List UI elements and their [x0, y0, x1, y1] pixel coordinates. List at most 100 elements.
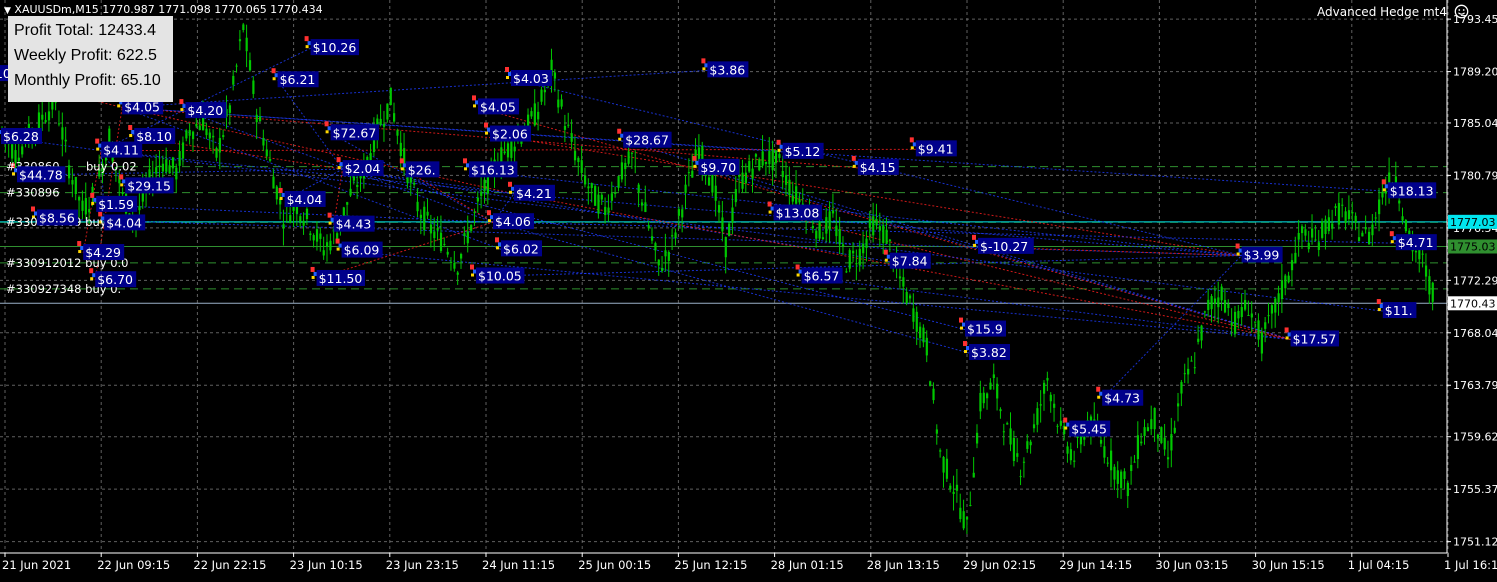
profit-label[interactable]: $9.70: [698, 158, 740, 175]
candle-body: [711, 171, 714, 193]
candle-body: [1418, 248, 1421, 260]
chart-title: ▼ XAUUSDm,M15 1770.987 1771.098 1770.065…: [4, 3, 323, 16]
expert-advisor-label[interactable]: Advanced Hedge mt4: [1317, 5, 1447, 19]
profit-label[interactable]: $13.08: [773, 204, 822, 221]
trade-marker-flag-icon: [310, 266, 315, 272]
profit-label[interactable]: $5.12: [782, 142, 824, 159]
profit-label-text: $4.29: [85, 245, 121, 260]
profit-label[interactable]: $-10.27: [978, 237, 1034, 254]
candle-body: [604, 206, 607, 216]
candle-body: [1267, 315, 1270, 317]
profit-label[interactable]: $6.21: [277, 71, 319, 88]
profit-label[interactable]: $3.99: [1241, 246, 1283, 263]
profit-label[interactable]: $17.57: [1290, 330, 1339, 347]
candle-body: [1381, 192, 1384, 198]
candle-body: [567, 124, 570, 126]
profit-label[interactable]: $6.70: [95, 271, 137, 288]
profit-label[interactable]: $1.59: [96, 195, 138, 212]
profit-label[interactable]: $4.21: [514, 184, 555, 201]
trade-marker-flag-icon: [1064, 426, 1068, 430]
profit-label[interactable]: $2.04: [342, 160, 384, 177]
profit-label[interactable]: $29.15: [125, 177, 174, 194]
profit-label[interactable]: $8.56: [37, 209, 78, 226]
profit-label[interactable]: $6.02: [501, 240, 542, 257]
candle-body: [1334, 206, 1337, 209]
profit-label[interactable]: $11.: [1382, 302, 1417, 319]
profit-label[interactable]: $4.04: [104, 214, 146, 231]
trade-marker-flag-icon: [509, 190, 512, 194]
candle-body: [855, 263, 858, 265]
profit-label[interactable]: $72.67: [330, 124, 379, 141]
trade-marker-flag-icon: [693, 164, 697, 168]
profit-label[interactable]: $4.05: [478, 98, 519, 115]
candle-body: [1347, 210, 1351, 220]
candle-body: [476, 197, 479, 202]
candle-body: [235, 65, 238, 67]
profit-label[interactable]: $4.73: [1102, 389, 1144, 406]
price-tag-label: 1777.03: [1450, 216, 1496, 229]
profit-label[interactable]: $6.28: [1, 128, 42, 145]
chevron-down-icon[interactable]: ▼: [4, 6, 11, 16]
candle-body: [178, 151, 181, 166]
profit-label[interactable]: $10.26: [310, 39, 359, 56]
candle-body: [533, 103, 536, 126]
profit-label[interactable]: $11.50: [316, 269, 365, 286]
profit-label[interactable]: $9.41: [915, 140, 957, 157]
profit-label[interactable]: $4.15: [857, 158, 899, 175]
profit-label-text: $26.: [408, 162, 436, 177]
profit-label[interactable]: $4.20: [185, 102, 227, 119]
candle-body: [1250, 313, 1253, 318]
price-chart[interactable]: #330860#330896#330898769 buy 0.#33091201…: [0, 0, 1497, 578]
profit-label[interactable]: $3.86: [707, 61, 749, 78]
profit-label[interactable]: $16.13: [469, 161, 518, 178]
profit-label-text: $11.50: [319, 271, 363, 286]
trade-marker-flag-icon: [77, 241, 82, 247]
profit-label[interactable]: $4.71: [1395, 234, 1437, 251]
candle-body: [470, 225, 473, 231]
profit-label[interactable]: $4.11: [101, 141, 143, 158]
profit-label[interactable]: $28.67: [623, 131, 672, 148]
profit-label[interactable]: $2.06: [490, 125, 531, 142]
candle-body: [929, 381, 932, 386]
candle-body: [396, 130, 399, 136]
profit-label[interactable]: $26.: [405, 161, 440, 178]
candle-body: [1240, 307, 1243, 318]
profit-label-text: $11.: [1385, 303, 1413, 318]
candle-body: [1364, 227, 1367, 230]
candle-body: [583, 175, 587, 185]
smiley-icon[interactable]: [1454, 4, 1469, 19]
candle-body: [758, 159, 761, 171]
chart-canvas[interactable]: #330860#330896#330898769 buy 0.#33091201…: [0, 0, 1497, 578]
profit-label[interactable]: $6.09: [341, 241, 383, 258]
profit-label[interactable]: $4.06: [493, 213, 534, 230]
profit-label[interactable]: $4.04: [284, 190, 326, 207]
profit-label-text: $4.06: [495, 214, 531, 229]
candle-body: [905, 291, 908, 304]
candle-body: [165, 159, 168, 172]
candle-body: [1428, 276, 1431, 295]
candle-body: [1260, 332, 1263, 354]
profit-label[interactable]: $44.78: [17, 166, 66, 183]
candle-body: [878, 226, 882, 231]
candle-body: [667, 251, 670, 261]
profit-label[interactable]: $6.57: [801, 267, 843, 284]
candle-body: [811, 225, 815, 229]
candle-body: [1002, 431, 1005, 433]
trade-marker-flag-icon: [91, 201, 95, 205]
candle-body: [1116, 470, 1119, 484]
candle-body: [453, 262, 456, 269]
profit-label[interactable]: $5.45: [1069, 420, 1111, 437]
profit-label[interactable]: $4.29: [83, 244, 125, 261]
profit-label[interactable]: $18.13: [1387, 182, 1437, 199]
profit-label[interactable]: $7.84: [889, 252, 931, 269]
profit-label[interactable]: $4.03: [511, 70, 552, 86]
candle-body: [1331, 223, 1334, 229]
profit-label[interactable]: $15.9: [965, 320, 1006, 337]
profit-label[interactable]: $4.43: [333, 215, 375, 232]
candle-body: [64, 139, 67, 142]
profit-label[interactable]: $10.05: [476, 267, 525, 284]
time-tick-label: 28 Jun 13:15: [867, 558, 940, 572]
candle-body: [738, 175, 741, 177]
time-tick-label: 1 Jul 16:15: [1444, 558, 1497, 572]
profit-label[interactable]: $3.82: [969, 344, 1010, 361]
